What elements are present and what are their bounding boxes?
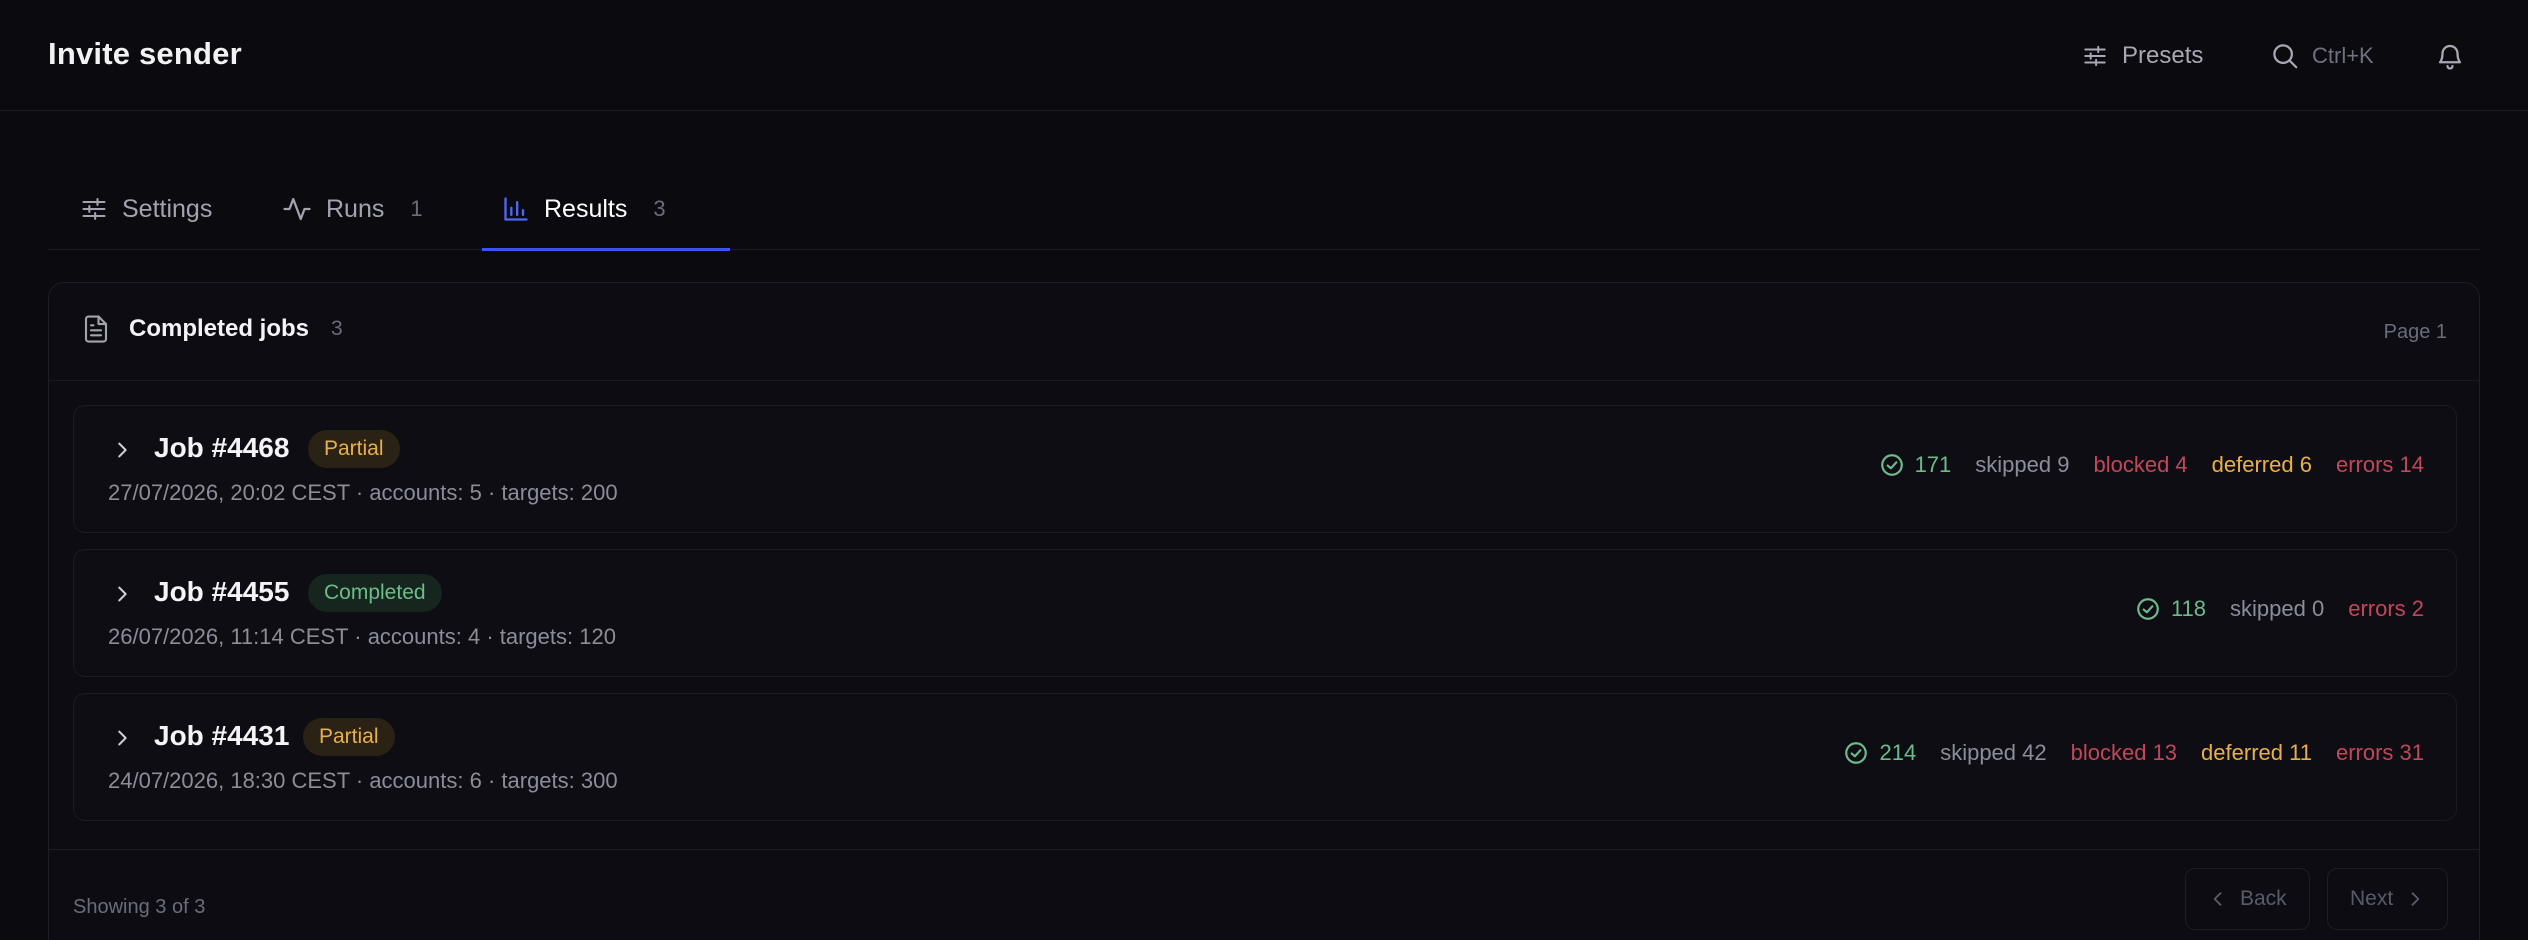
back-button[interactable]: Back (2185, 868, 2310, 930)
search-icon (2270, 41, 2300, 71)
check-circle-icon (2135, 596, 2161, 622)
status-badge: Partial (308, 430, 400, 468)
chevron-left-icon (2208, 889, 2228, 909)
tab-runs-count: 1 (410, 196, 423, 221)
status-badge: Completed (308, 574, 442, 612)
stat-errors: errors 31 (2335, 740, 2424, 765)
panel-footer: Showing 3 of 3 Back Next (49, 849, 2479, 940)
stat-skipped: skipped 9 (1975, 452, 2070, 477)
stat-skipped: skipped 42 (1940, 740, 2047, 765)
presets-label: Presets (2122, 42, 2204, 69)
expand-job-button[interactable] (108, 436, 136, 464)
document-icon (81, 313, 111, 345)
back-label: Back (2240, 887, 2287, 910)
presets-button[interactable]: Presets (2082, 34, 2203, 78)
completed-jobs-panel: Completed jobs 3 Page 1 Job #4468 Partia… (48, 282, 2480, 940)
sliders-icon (2082, 43, 2108, 69)
job-name: Job #4431 (154, 720, 290, 751)
stat-success-count: 214 (1879, 740, 1917, 765)
results-count: Showing 3 of 3 (73, 896, 206, 918)
stat-deferred: deferred 6 (2211, 452, 2312, 477)
panel-header: Completed jobs 3 Page 1 (49, 283, 2479, 381)
tab-settings-label: Settings (122, 194, 213, 223)
job-meta: 27/07/2026, 20:02 CEST · accounts: 5 · t… (108, 480, 618, 505)
job-name: Job #4468 (154, 432, 290, 463)
job-stats: 118 skipped 0 errors 2 (2135, 596, 2424, 622)
expand-job-button[interactable] (108, 724, 136, 752)
check-circle-icon (1879, 452, 1905, 478)
expand-job-button[interactable] (108, 580, 136, 608)
panel-title-label: Completed jobs (129, 315, 310, 342)
stat-success-count: 171 (1914, 452, 1952, 477)
notifications-button[interactable] (2430, 36, 2470, 76)
stat-blocked: blocked 13 (2070, 740, 2178, 765)
tab-bar: Settings Runs 1 Results 3 (48, 168, 2480, 251)
top-bar: Invite sender Presets Ctrl+K (0, 0, 2528, 111)
page-indicator: Page 1 (2383, 321, 2447, 343)
job-stats: 171 skipped 9 blocked 4 deferred 6 error… (1879, 452, 2424, 478)
tab-results-label: Results (544, 194, 628, 223)
search-button[interactable]: Ctrl+K (2270, 34, 2374, 78)
stat-success: 118 (2135, 596, 2206, 622)
status-badge: Partial (303, 718, 395, 756)
stat-deferred: deferred 11 (2201, 740, 2312, 765)
stat-errors: errors 2 (2348, 596, 2424, 621)
tab-results[interactable]: Results 3 (482, 168, 730, 251)
stat-success: 214 (1843, 740, 1916, 766)
chevron-right-icon (111, 583, 133, 605)
bell-icon (2435, 41, 2465, 71)
tab-settings[interactable]: Settings (80, 168, 212, 250)
search-shortcut: Ctrl+K (2312, 43, 2374, 68)
chevron-right-icon (111, 727, 133, 749)
job-card: Job #4455 Completed 26/07/2026, 11:14 CE… (73, 549, 2457, 677)
next-button[interactable]: Next (2327, 868, 2449, 930)
stat-success-count: 118 (2170, 596, 2207, 621)
activity-icon (282, 194, 312, 224)
job-card: Job #4468 Partial 27/07/2026, 20:02 CEST… (73, 405, 2457, 533)
job-meta: 26/07/2026, 11:14 CEST · accounts: 4 · t… (108, 624, 616, 649)
job-card: Job #4431 Partial 24/07/2026, 18:30 CEST… (73, 693, 2457, 821)
tab-runs-label: Runs (326, 194, 385, 223)
next-label: Next (2350, 887, 2394, 910)
bar-chart-icon (502, 195, 530, 223)
stat-errors: errors 14 (2335, 452, 2424, 477)
check-circle-icon (1843, 740, 1869, 766)
stat-skipped: skipped 0 (2230, 596, 2325, 621)
stat-blocked: blocked 4 (2093, 452, 2188, 477)
tab-results-count: 3 (653, 196, 666, 221)
tab-runs[interactable]: Runs 1 (282, 168, 423, 250)
job-stats: 214 skipped 42 blocked 13 deferred 11 er… (1843, 740, 2424, 766)
stat-success: 171 (1879, 452, 1952, 478)
panel-title-count: 3 (331, 317, 343, 340)
app-title: Invite sender (48, 36, 242, 71)
sliders-icon (80, 195, 108, 223)
chevron-right-icon (111, 439, 133, 461)
job-name: Job #4455 (154, 576, 290, 607)
chevron-right-icon (2405, 889, 2425, 909)
job-meta: 24/07/2026, 18:30 CEST · accounts: 6 · t… (108, 768, 618, 793)
panel-title: Completed jobs 3 (81, 313, 343, 345)
